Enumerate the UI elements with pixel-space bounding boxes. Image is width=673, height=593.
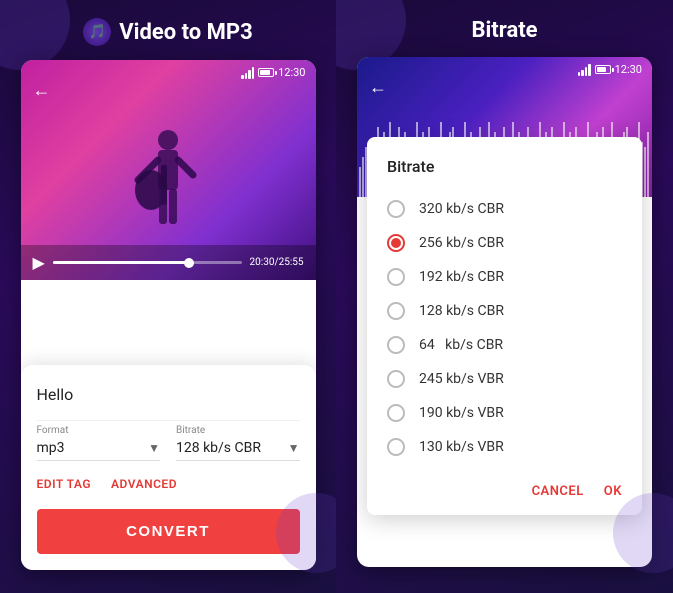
status-time-left: 12:30	[278, 66, 305, 79]
signal-icon	[241, 67, 254, 79]
progress-fill	[53, 261, 189, 264]
convert-card: Hello Format mp3 ▼ Bitrate 128 kb/s CBR …	[21, 365, 316, 570]
divider	[37, 420, 300, 421]
battery-icon	[258, 68, 274, 77]
format-value: mp3	[37, 440, 65, 456]
left-title-text: Video to MP3	[119, 20, 252, 45]
convert-button[interactable]: CONVERT	[37, 509, 300, 554]
radio-inner-2	[391, 238, 401, 248]
right-panel-title: Bitrate	[471, 18, 537, 43]
status-bar-right: 12:30	[578, 63, 642, 76]
option-190vbr[interactable]: 190 kb/s VBR	[367, 396, 642, 430]
option-label-4: 128 kb/s CBR	[419, 303, 504, 319]
play-controls: ▶ 20:30/25:55	[21, 245, 316, 280]
file-name: Hello	[37, 385, 300, 404]
option-label-5: 64 kb/s CBR	[419, 337, 503, 353]
time-current: 20:30	[250, 257, 275, 268]
option-label-3: 192 kb/s CBR	[419, 269, 504, 285]
time-total: 25:55	[279, 257, 304, 268]
action-links: EDIT TAG ADVANCED	[37, 477, 300, 491]
play-button[interactable]: ▶	[33, 253, 45, 272]
option-label-7: 190 kb/s VBR	[419, 405, 504, 421]
edit-tag-link[interactable]: EDIT TAG	[37, 477, 92, 491]
bitrate-field: Bitrate 128 kb/s CBR ▼	[176, 425, 300, 461]
bitrate-dropdown-arrow: ▼	[288, 441, 300, 455]
radio-circle-4	[387, 302, 405, 320]
radio-circle-6	[387, 370, 405, 388]
format-dropdown-arrow: ▼	[148, 441, 160, 455]
form-row: Format mp3 ▼ Bitrate 128 kb/s CBR ▼	[37, 425, 300, 461]
music-icon: 🎵	[83, 18, 111, 46]
option-label-1: 320 kb/s CBR	[419, 201, 504, 217]
option-128cbr[interactable]: 128 kb/s CBR	[367, 294, 642, 328]
right-title-text: Bitrate	[471, 18, 537, 43]
format-select[interactable]: mp3 ▼	[37, 440, 161, 461]
status-time-right: 12:30	[615, 63, 642, 76]
option-label-2: 256 kb/s CBR	[419, 235, 504, 251]
battery-fill	[260, 70, 270, 75]
option-label-8: 130 kb/s VBR	[419, 439, 504, 455]
dialog-title: Bitrate	[367, 157, 642, 192]
radio-circle-3	[387, 268, 405, 286]
back-button-left[interactable]: ←	[33, 80, 51, 101]
radio-circle-8	[387, 438, 405, 456]
phone-frame-right: 12:30 ←	[357, 57, 652, 567]
progress-thumb	[184, 258, 194, 268]
option-label-6: 245 kb/s VBR	[419, 371, 504, 387]
video-area: 12:30 ←	[21, 60, 316, 280]
status-bar-left: 12:30	[241, 66, 305, 79]
bitrate-value: 128 kb/s CBR	[176, 440, 261, 456]
signal-icon-right	[578, 64, 591, 76]
guitarist-silhouette	[133, 125, 203, 245]
time-display: 20:30/25:55	[250, 257, 304, 268]
option-192cbr[interactable]: 192 kb/s CBR	[367, 260, 642, 294]
option-320cbr[interactable]: 320 kb/s CBR	[367, 192, 642, 226]
option-64cbr[interactable]: 64 kb/s CBR	[367, 328, 642, 362]
left-panel-title: 🎵 Video to MP3	[83, 18, 252, 46]
ok-button[interactable]: OK	[604, 480, 622, 503]
battery-icon-right	[595, 65, 611, 74]
radio-circle-5	[387, 336, 405, 354]
radio-circle-2	[387, 234, 405, 252]
option-256cbr[interactable]: 256 kb/s CBR	[367, 226, 642, 260]
radio-circle-1	[387, 200, 405, 218]
right-panel: Bitrate 12:30 ←	[336, 0, 673, 593]
left-panel: 🎵 Video to MP3 12:30 ←	[0, 0, 336, 593]
battery-fill-right	[597, 67, 607, 72]
progress-bar[interactable]	[53, 261, 242, 264]
format-label: Format	[37, 425, 161, 436]
bitrate-dialog: Bitrate 320 kb/s CBR 256 kb/s CBR 192 kb…	[367, 137, 642, 515]
phone-frame-left: 12:30 ←	[21, 60, 316, 570]
option-245vbr[interactable]: 245 kb/s VBR	[367, 362, 642, 396]
bitrate-select[interactable]: 128 kb/s CBR ▼	[176, 440, 300, 461]
bitrate-label: Bitrate	[176, 425, 300, 436]
advanced-link[interactable]: ADVANCED	[111, 477, 177, 491]
option-130vbr[interactable]: 130 kb/s VBR	[367, 430, 642, 464]
radio-circle-7	[387, 404, 405, 422]
dialog-actions: CANCEL OK	[367, 468, 642, 515]
back-button-right[interactable]: ←	[369, 77, 387, 98]
format-field: Format mp3 ▼	[37, 425, 161, 461]
cancel-button[interactable]: CANCEL	[532, 480, 584, 503]
